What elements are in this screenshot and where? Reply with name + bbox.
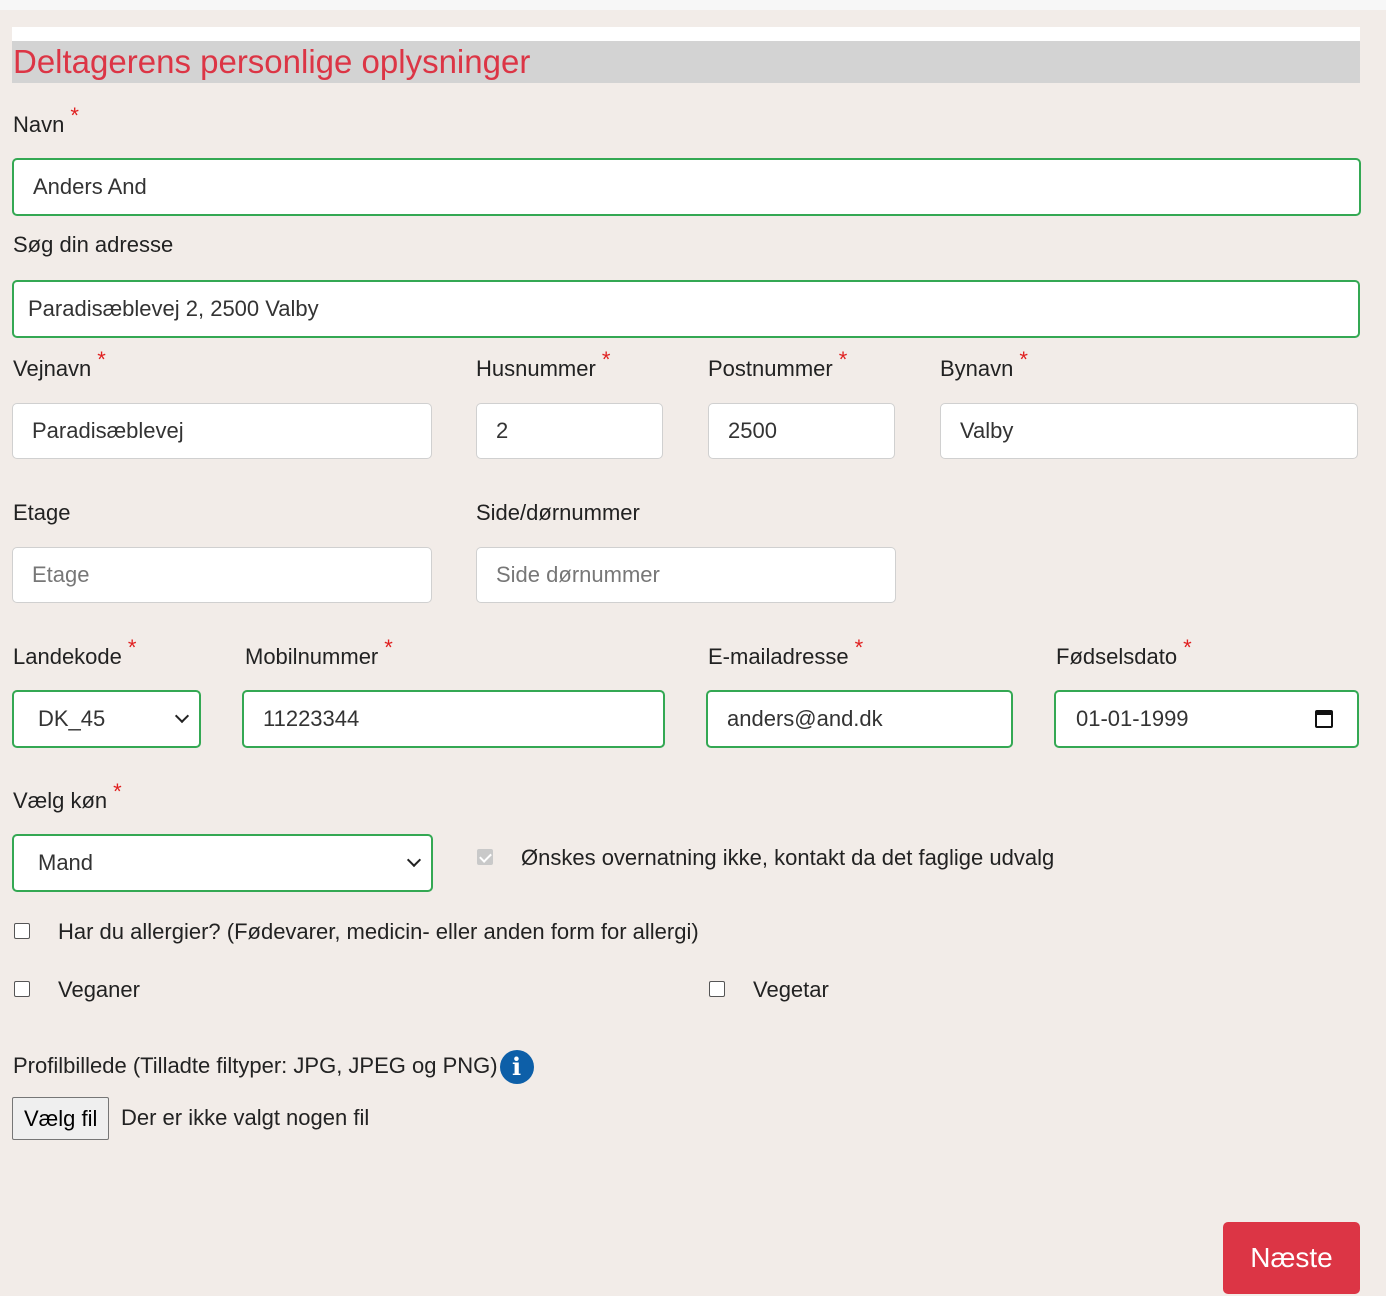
vejnavn-input[interactable]: Paradisæblevej — [12, 403, 432, 459]
required-marker: * — [601, 347, 611, 372]
mobilnummer-label: Mobilnummer * — [245, 635, 393, 669]
husnummer-input[interactable]: 2 — [476, 403, 663, 459]
chevron-down-icon — [406, 852, 422, 868]
allergier-label: Har du allergier? (Fødevarer, medicin- e… — [58, 919, 699, 944]
file-status-text: Der er ikke valgt nogen fil — [121, 1105, 370, 1130]
calendar-icon[interactable] — [1315, 710, 1333, 728]
bynavn-label: Bynavn * — [940, 347, 1028, 381]
email-label: E-mailadresse * — [708, 635, 864, 669]
navn-label: Navn * — [13, 103, 79, 137]
vejnavn-label: Vejnavn * — [13, 347, 106, 381]
etage-input[interactable]: Etage — [12, 547, 432, 603]
overnatning-label: Ønskes overnatning ikke, kontakt da det … — [521, 845, 1055, 870]
info-icon[interactable]: i — [499, 1050, 534, 1085]
side-doernummer-input[interactable]: Side dørnummer — [476, 547, 896, 603]
overnatning-checkbox[interactable] — [477, 849, 493, 865]
side-doernummer-label: Side/dørnummer — [476, 500, 640, 525]
profilbillede-label: Profilbillede (Tilladte filtyper: JPG, J… — [13, 1049, 534, 1085]
chevron-down-icon — [174, 708, 190, 724]
top-strip — [0, 0, 1386, 10]
navn-input[interactable]: Anders And — [12, 158, 1361, 216]
section-title: Deltagerens personlige oplysninger — [13, 43, 531, 80]
header-top-bar — [12, 27, 1360, 41]
vegetar-label: Vegetar — [753, 977, 829, 1002]
postnummer-input[interactable]: 2500 — [708, 403, 895, 459]
section-header: Deltagerens personlige oplysninger — [12, 41, 1360, 83]
koen-select[interactable]: Mand — [12, 834, 433, 892]
postnummer-label: Postnummer * — [708, 347, 848, 381]
required-marker: * — [838, 347, 848, 372]
address-search-input[interactable]: Paradisæblevej 2, 2500 Valby — [12, 280, 1360, 338]
email-input[interactable]: anders@and.dk — [706, 690, 1013, 748]
koen-label: Vælg køn * — [13, 779, 122, 813]
veganer-checkbox[interactable] — [14, 981, 30, 997]
required-marker: * — [97, 347, 106, 372]
foedselsdato-input[interactable]: 01-01-1999 — [1054, 690, 1359, 748]
address-search-label: Søg din adresse — [13, 232, 174, 257]
allergier-checkbox[interactable] — [14, 923, 30, 939]
foedselsdato-label: Fødselsdato * — [1056, 635, 1192, 669]
required-marker: * — [127, 635, 137, 660]
mobilnummer-input[interactable]: 11223344 — [242, 690, 665, 748]
husnummer-label: Husnummer * — [476, 347, 611, 381]
required-marker: * — [854, 635, 864, 660]
landekode-label: Landekode * — [13, 635, 137, 669]
required-marker: * — [70, 103, 79, 128]
required-marker: * — [384, 635, 393, 660]
bynavn-input[interactable]: Valby — [940, 403, 1358, 459]
veganer-label: Veganer — [58, 977, 140, 1002]
next-button[interactable]: Næste — [1223, 1222, 1360, 1294]
required-marker: * — [1019, 347, 1028, 372]
vegetar-checkbox[interactable] — [709, 981, 725, 997]
choose-file-button[interactable]: Vælg fil — [12, 1097, 110, 1140]
etage-label: Etage — [13, 500, 71, 525]
landekode-select[interactable]: DK_45 — [12, 690, 201, 748]
required-marker: * — [1183, 635, 1192, 660]
required-marker: * — [113, 779, 122, 804]
